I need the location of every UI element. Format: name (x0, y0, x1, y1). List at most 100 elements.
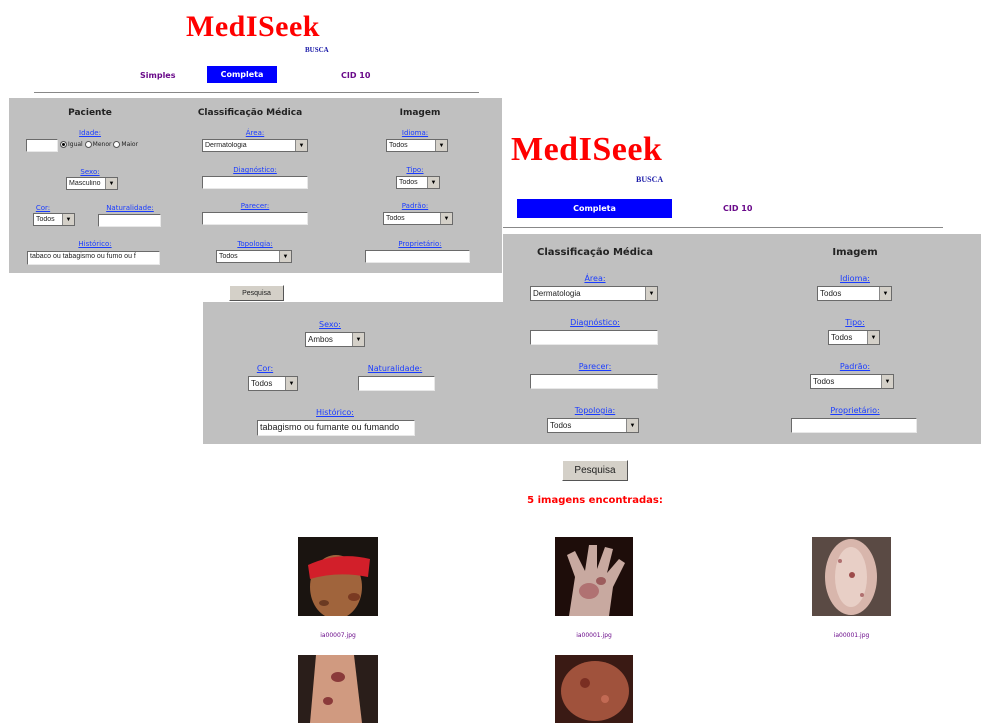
radio-icon (113, 141, 121, 148)
front-cor-select[interactable]: Todos ▼ (33, 213, 75, 226)
back-parecer-label: Parecer: (578, 362, 612, 371)
back-tipo-label: Tipo: (845, 318, 865, 327)
front-idade-options: Igual Menor Maior (60, 141, 138, 148)
back-divider (503, 227, 943, 228)
front-parecer-label: Parecer: (240, 202, 270, 210)
back-logo: MedISeek (511, 131, 663, 168)
front-idioma-select[interactable]: Todos ▼ (386, 139, 448, 152)
back-sexo-select[interactable]: Ambos ▼ (305, 332, 365, 347)
thumbnail-image[interactable] (555, 655, 633, 723)
chevron-down-icon: ▼ (295, 140, 307, 151)
back-tab-completa[interactable]: Completa (517, 199, 672, 218)
front-historico-input[interactable]: tabaco ou tabagismo ou fumo ou f (27, 251, 160, 265)
front-cor-label: Cor: (35, 204, 51, 212)
back-naturalidade-input[interactable] (358, 376, 435, 391)
front-header-classificacao: Classificação Médica (197, 108, 303, 118)
front-header-paciente: Paciente (68, 108, 112, 118)
front-logo: MedISeek (186, 10, 320, 43)
leg-lesion-photo-icon (298, 655, 378, 723)
front-naturalidade-label: Naturalidade: (106, 204, 154, 212)
front-idioma-label: Idioma: (401, 129, 429, 137)
front-busca-label: BUSCA (305, 46, 329, 54)
back-header-imagem: Imagem (832, 247, 878, 258)
front-padrao-select[interactable]: Todos ▼ (383, 212, 453, 225)
hand-lesion-photo-icon (555, 537, 633, 616)
thumbnail-image[interactable] (298, 655, 378, 723)
chevron-down-icon: ▼ (279, 251, 291, 262)
back-padrao-label: Padrão: (839, 362, 871, 371)
front-idade-input[interactable] (26, 139, 58, 152)
back-parecer-input[interactable] (530, 374, 658, 389)
skin-closeup-photo-icon (812, 537, 891, 616)
thumbnail-image[interactable] (298, 537, 378, 616)
front-area-select[interactable]: Dermatologia ▼ (202, 139, 308, 152)
chevron-down-icon: ▼ (62, 214, 74, 225)
back-padrao-select[interactable]: Todos ▼ (810, 374, 894, 389)
chevron-down-icon: ▼ (427, 177, 439, 188)
back-cor-select[interactable]: Todos ▼ (248, 376, 298, 391)
back-diagnostico-input[interactable] (530, 330, 658, 345)
radio-selected-icon (60, 141, 67, 148)
back-busca-label: BUSCA (636, 175, 664, 184)
front-historico-label: Histórico: (78, 240, 112, 248)
front-padrao-label: Padrão: (401, 202, 429, 210)
back-area-label: Área: (584, 274, 606, 283)
chevron-down-icon: ▼ (881, 375, 893, 388)
front-proprietario-input[interactable] (365, 250, 470, 263)
back-sexo-label: Sexo: (319, 320, 341, 329)
back-idioma-select[interactable]: Todos ▼ (817, 286, 892, 301)
front-idade-option[interactable]: Maior (113, 141, 138, 148)
front-tab-cid10[interactable]: CID 10 (341, 71, 370, 80)
front-topologia-select[interactable]: Todos ▼ (216, 250, 292, 263)
front-topologia-label: Topologia: (237, 240, 273, 248)
front-tab-completa[interactable]: Completa (207, 66, 277, 83)
front-idade-option[interactable]: Menor (84, 141, 111, 148)
front-sexo-select[interactable]: Masculino ▼ (66, 177, 118, 190)
front-tab-simples[interactable]: Simples (140, 71, 176, 80)
front-proprietario-label: Proprietário: (398, 240, 442, 248)
radio-icon (84, 141, 92, 148)
front-sexo-label: Sexo: (80, 168, 100, 176)
back-diagnostico-label: Diagnóstico: (570, 318, 620, 327)
front-header-imagem: Imagem (399, 108, 441, 118)
thumbnail-image[interactable] (812, 537, 891, 616)
back-header-classificacao: Classificação Médica (537, 247, 653, 258)
back-historico-label: Histórico: (316, 408, 354, 417)
chevron-down-icon: ▼ (440, 213, 452, 224)
front-diagnostico-input[interactable] (202, 176, 308, 189)
patient-back-photo-icon (298, 537, 378, 616)
thumbnail-filename[interactable]: ia00001.jpg (555, 632, 633, 639)
front-tipo-select[interactable]: Todos ▼ (396, 176, 440, 189)
chevron-down-icon: ▼ (626, 419, 638, 432)
back-idioma-label: Idioma: (840, 274, 870, 283)
chevron-down-icon: ▼ (879, 287, 891, 300)
front-pesquisa-button[interactable]: Pesquisa (229, 285, 284, 301)
back-proprietario-label: Proprietário: (830, 406, 880, 415)
front-idade-label: Idade: (79, 129, 101, 137)
back-topologia-select[interactable]: Todos ▼ (547, 418, 639, 433)
back-naturalidade-label: Naturalidade: (367, 364, 423, 373)
back-pesquisa-button[interactable]: Pesquisa (562, 460, 628, 481)
front-naturalidade-input[interactable] (98, 214, 161, 227)
front-window: MedISeek BUSCA Simples Completa CID 10 P… (0, 0, 503, 302)
front-parecer-input[interactable] (202, 212, 308, 225)
front-tipo-label: Tipo: (406, 166, 424, 174)
thumbnail-filename[interactable]: ia00007.jpg (298, 632, 378, 639)
chevron-down-icon: ▼ (435, 140, 447, 151)
skin-lesion-photo-icon (555, 655, 633, 723)
chevron-down-icon: ▼ (867, 331, 879, 344)
back-historico-input[interactable]: tabagismo ou fumante ou fumando (257, 420, 415, 436)
front-diagnostico-label: Diagnóstico: (233, 166, 277, 174)
chevron-down-icon: ▼ (285, 377, 297, 390)
thumbnail-image[interactable] (555, 537, 633, 616)
back-cor-label: Cor: (256, 364, 274, 373)
back-proprietario-input[interactable] (791, 418, 917, 433)
thumbnail-filename[interactable]: ia00001.jpg (812, 632, 891, 639)
back-tipo-select[interactable]: Todos ▼ (828, 330, 880, 345)
back-tab-cid10[interactable]: CID 10 (723, 204, 752, 213)
front-idade-option[interactable]: Igual (60, 141, 83, 148)
front-divider (34, 92, 479, 93)
results-count: 5 imagens encontradas: (527, 495, 663, 506)
chevron-down-icon: ▼ (352, 333, 364, 346)
back-area-select[interactable]: Dermatologia ▼ (530, 286, 658, 301)
